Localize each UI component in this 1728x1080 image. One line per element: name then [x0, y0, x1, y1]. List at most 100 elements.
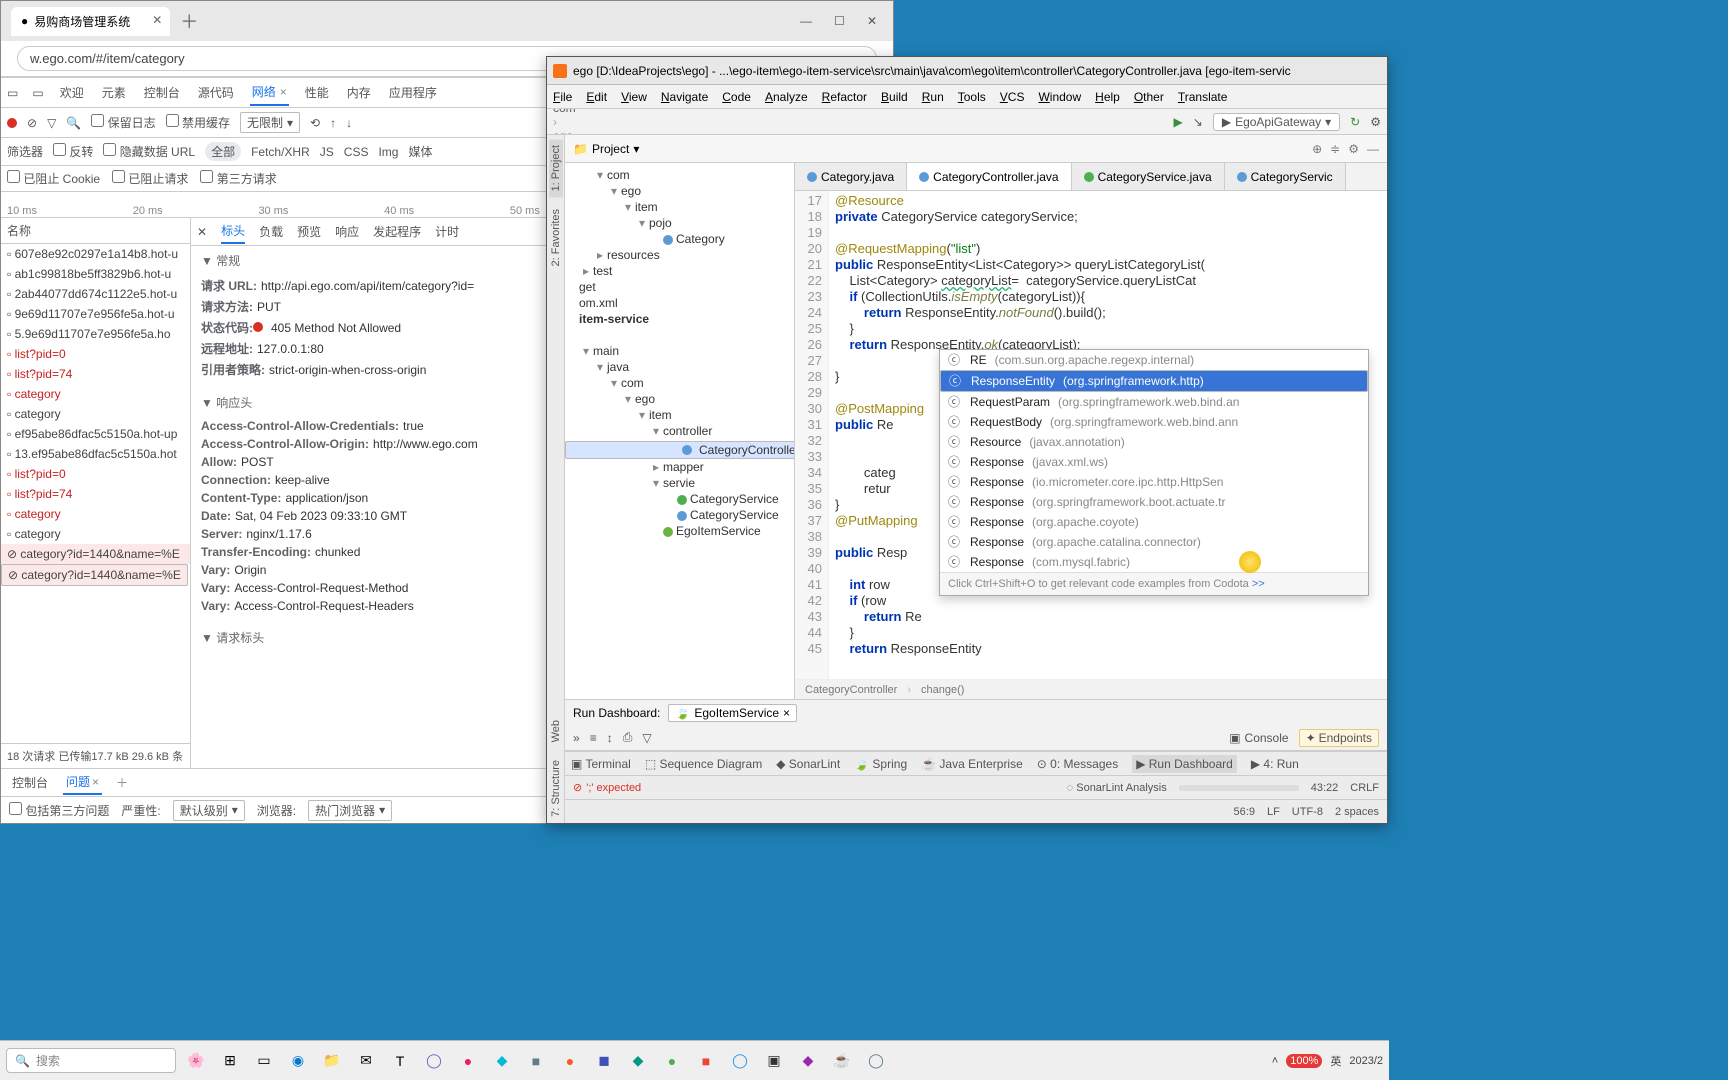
endpoints-tab[interactable]: ✦ Endpoints — [1299, 729, 1379, 747]
collapse-icon[interactable]: ≑ — [1330, 142, 1340, 156]
menu-item[interactable]: VCS — [1000, 90, 1025, 104]
toolwin-tab[interactable]: ▶ Run Dashboard — [1132, 755, 1237, 773]
menu-item[interactable]: File — [553, 90, 572, 104]
task-view-icon[interactable]: ▭ — [250, 1047, 278, 1075]
close-icon[interactable]: ✕ — [152, 13, 162, 27]
run-config-select[interactable]: ▶ EgoApiGateway ▾ — [1213, 113, 1340, 131]
app-icon[interactable]: ◼ — [590, 1047, 618, 1075]
request-row[interactable]: ▫ list?pid=74 — [1, 364, 190, 384]
tree-node[interactable]: item-service — [565, 311, 794, 327]
hide-icon[interactable]: — — [1367, 142, 1379, 156]
hammer-icon[interactable]: ↘ — [1193, 115, 1203, 129]
filter-icon[interactable]: ▽ — [642, 731, 651, 745]
tree-node[interactable]: EgoItemService — [565, 523, 794, 539]
completion-item[interactable]: ⓒRequestParam(org.springframework.web.bi… — [940, 392, 1368, 412]
drawer-tab-console[interactable]: 控制台 — [9, 771, 51, 794]
editor-tab[interactable]: CategoryService.java — [1072, 163, 1225, 190]
completion-item[interactable]: ⓒResponse(javax.xml.ws) — [940, 452, 1368, 472]
tab-initiator[interactable]: 发起程序 — [373, 220, 421, 243]
new-tab-button[interactable]: ＋ — [180, 8, 198, 34]
device-icon[interactable]: ▭ — [32, 86, 43, 100]
filter-all[interactable]: 全部 — [205, 142, 241, 161]
tray-badge[interactable]: 100% — [1286, 1054, 1322, 1068]
structure-toolwin-tab[interactable]: 7: Structure — [549, 754, 563, 823]
editor-tab[interactable]: CategoryServic — [1225, 163, 1346, 190]
menu-item[interactable]: Tools — [958, 90, 986, 104]
menu-item[interactable]: Edit — [586, 90, 607, 104]
ime-indicator[interactable]: 英 — [1330, 1053, 1341, 1069]
blocked-req-checkbox[interactable]: 已阻止请求 — [112, 170, 188, 187]
request-row[interactable]: ▫ category — [1, 504, 190, 524]
close-button[interactable]: ✕ — [867, 14, 877, 28]
request-row[interactable]: ⊘ category?id=1440&name=%E — [1, 544, 190, 564]
drawer-tab-issues[interactable]: 问题× — [63, 770, 102, 795]
tree-node[interactable]: Category — [565, 231, 794, 247]
app-icon[interactable]: ◯ — [726, 1047, 754, 1075]
completion-item[interactable]: ⓒResponse(org.apache.coyote) — [940, 512, 1368, 532]
tree-node[interactable]: CategoryService — [565, 507, 794, 523]
app-icon[interactable]: ◆ — [794, 1047, 822, 1075]
indent[interactable]: 2 spaces — [1335, 806, 1379, 818]
menu-item[interactable]: Build — [881, 90, 908, 104]
edge-icon[interactable]: ◉ — [284, 1047, 312, 1075]
encoding[interactable]: UTF-8 — [1292, 806, 1323, 818]
throttle-select[interactable]: 无限制 ▾ — [240, 112, 300, 133]
app-icon[interactable]: ■ — [522, 1047, 550, 1075]
menu-item[interactable]: View — [621, 90, 647, 104]
tab-console[interactable]: 控制台 — [142, 80, 182, 105]
editor-tab[interactable]: CategoryController.java — [907, 163, 1071, 190]
request-row[interactable]: ▫ ab1c99818be5ff3829b6.hot-u — [1, 264, 190, 284]
request-row[interactable]: ▫ list?pid=0 — [1, 344, 190, 364]
upload-icon[interactable]: ↑ — [330, 116, 336, 130]
request-row[interactable]: ▫ category — [1, 524, 190, 544]
invert-checkbox[interactable]: 反转 — [53, 143, 93, 160]
project-tree[interactable]: ▾com▾ego▾item▾pojoCategory▸resources▸tes… — [565, 163, 795, 699]
browser-tab[interactable]: ● 易购商场管理系统 ✕ — [11, 7, 170, 36]
tree-node[interactable]: ▾servie — [565, 475, 794, 491]
java-icon[interactable]: ☕ — [828, 1047, 856, 1075]
locate-icon[interactable]: ⊕ — [1312, 142, 1322, 156]
tree-node[interactable]: ▾controller — [565, 423, 794, 439]
caret-position[interactable]: 43:22 — [1311, 782, 1339, 794]
tab-sources[interactable]: 源代码 — [196, 80, 236, 105]
error-badge[interactable]: ⊘ ';' expected — [573, 781, 641, 794]
tree-node[interactable]: ▾ego — [565, 391, 794, 407]
search-icon[interactable]: 🔍 — [66, 116, 81, 130]
completion-item[interactable]: ⓒRE(com.sun.org.apache.regexp.internal) — [940, 350, 1368, 370]
tree-node[interactable]: ▾com — [565, 375, 794, 391]
minimize-button[interactable]: — — [800, 14, 812, 28]
request-row[interactable]: ▫ 5.9e69d11707e7e956fe5a.ho — [1, 324, 190, 344]
tab-elements[interactable]: 元素 — [100, 80, 128, 105]
completion-item[interactable]: ⓒResponseEntity(org.springframework.http… — [940, 370, 1368, 392]
line-ending[interactable]: CRLF — [1350, 782, 1379, 794]
tab-headers[interactable]: 标头 — [221, 219, 245, 244]
disable-cache-checkbox[interactable]: 禁用缓存 — [166, 114, 230, 131]
tree-node[interactable]: ▾java — [565, 359, 794, 375]
build-icon[interactable]: ▶ — [1174, 115, 1183, 129]
clear-button[interactable]: ⊘ — [27, 116, 37, 130]
toolwin-tab[interactable]: ▣ Terminal — [571, 757, 631, 771]
menu-item[interactable]: Navigate — [661, 90, 708, 104]
request-row[interactable]: ▫ ef95abe86dfac5c5150a.hot-up — [1, 424, 190, 444]
completion-item[interactable]: ⓒResponse(com.mysql.fabric) — [940, 552, 1368, 572]
third-party-checkbox[interactable]: 第三方请求 — [200, 170, 276, 187]
web-toolwin-tab[interactable]: Web — [549, 714, 563, 748]
menu-item[interactable]: Run — [922, 90, 944, 104]
service-tab[interactable]: 🍃 EgoItemService × — [668, 704, 797, 722]
request-row[interactable]: ▫ list?pid=0 — [1, 464, 190, 484]
cursor-pos[interactable]: 56:9 — [1234, 806, 1255, 818]
tree-node[interactable]: CategoryController — [565, 441, 795, 459]
menu-item[interactable]: Help — [1095, 90, 1120, 104]
taskbar-search[interactable]: 🔍 搜索 — [6, 1048, 176, 1073]
completion-item[interactable]: ⓒResource(javax.annotation) — [940, 432, 1368, 452]
preserve-log-checkbox[interactable]: 保留日志 — [91, 114, 155, 131]
favorites-toolwin-tab[interactable]: 2: Favorites — [549, 203, 563, 272]
completion-item[interactable]: ⓒResponse(org.apache.catalina.connector) — [940, 532, 1368, 552]
include-third-checkbox[interactable]: 包括第三方问题 — [9, 802, 109, 819]
blocked-cookie-checkbox[interactable]: 已阻止 Cookie — [7, 170, 100, 187]
filter-input[interactable]: 筛选器 — [7, 143, 43, 160]
request-row[interactable]: ▫ 2ab44077dd674c1122e5.hot-u — [1, 284, 190, 304]
record-button[interactable] — [7, 118, 17, 128]
tab-memory[interactable]: 内存 — [345, 80, 373, 105]
tree-node[interactable]: ▸test — [565, 263, 794, 279]
